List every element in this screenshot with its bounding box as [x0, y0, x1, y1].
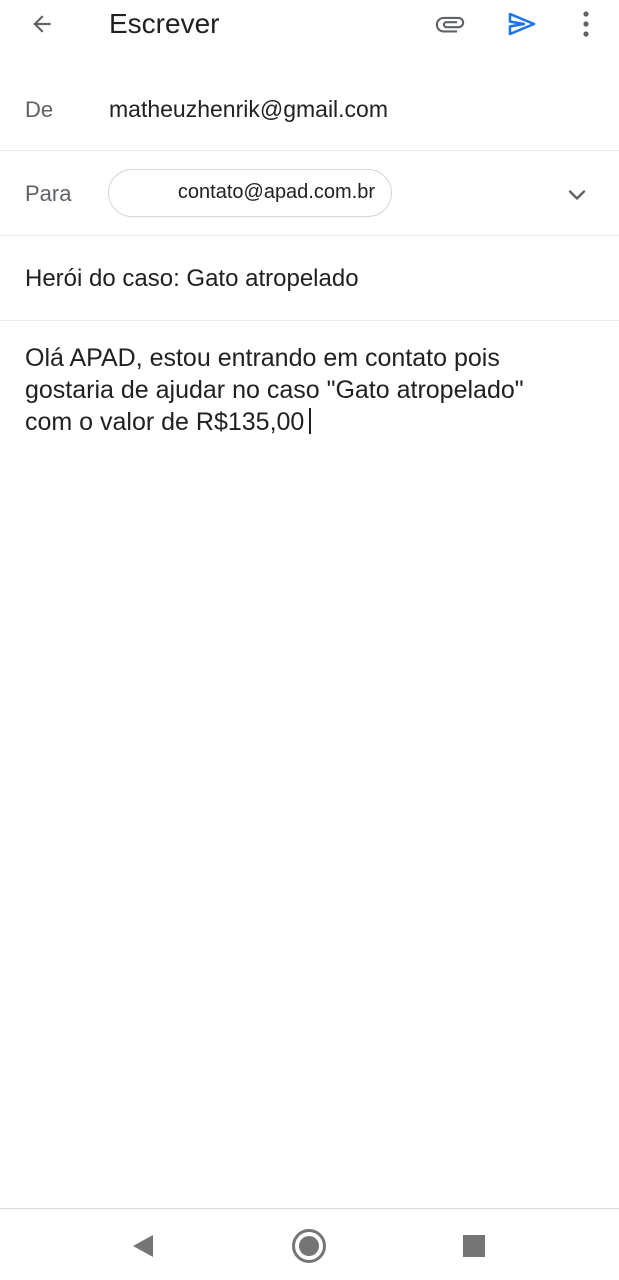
subject-input[interactable]: Herói do caso: Gato atropelado: [25, 265, 359, 293]
from-row: De matheuzhenrik@gmail.com: [0, 66, 619, 151]
nav-recents-square-icon: [463, 1235, 485, 1257]
app-bar: Escrever: [0, 0, 619, 52]
nav-home-button[interactable]: [291, 1228, 327, 1264]
body-line: Olá APAD, estou entrando em contato pois: [25, 344, 500, 372]
subject-row: Herói do caso: Gato atropelado: [0, 236, 619, 321]
nav-back-triangle-icon: [133, 1235, 153, 1257]
more-options-button[interactable]: [570, 6, 602, 42]
page-title: Escrever: [109, 8, 220, 39]
compose-screen: Escrever De matheuzhenrik@gmail.com Para: [0, 0, 619, 1280]
chevron-down-icon: [568, 190, 586, 200]
from-label: De: [25, 97, 54, 122]
expand-recipients-button[interactable]: [561, 179, 593, 211]
nav-home-circle-icon: [292, 1229, 326, 1263]
send-button[interactable]: [502, 6, 542, 42]
from-address[interactable]: matheuzhenrik@gmail.com: [109, 96, 388, 123]
arrow-back-icon: [33, 15, 51, 33]
recipient-chip[interactable]: contato@apad.com.br: [108, 169, 392, 217]
more-vertical-icon: [583, 11, 589, 37]
to-label: Para: [25, 181, 72, 206]
nav-back-button[interactable]: [126, 1229, 160, 1263]
paperclip-icon: [435, 16, 465, 33]
recipient-chip-text: contato@apad.com.br: [177, 181, 375, 203]
text-cursor: [309, 408, 312, 434]
body-line: com o valor de R$135,00: [25, 408, 305, 436]
message-body-input[interactable]: Olá APAD, estou entrando em contato pois…: [25, 342, 595, 1202]
nav-recents-button[interactable]: [458, 1230, 490, 1262]
to-row: Para contato@apad.com.br: [0, 151, 619, 236]
back-button[interactable]: [24, 6, 60, 42]
body-last-line: com o valor de R$135,00: [25, 406, 595, 438]
system-navigation-bar: [0, 1208, 619, 1280]
attach-button[interactable]: [430, 6, 470, 42]
body-line: gostaria de ajudar no caso "Gato atropel…: [25, 376, 524, 404]
send-icon: [508, 12, 536, 36]
